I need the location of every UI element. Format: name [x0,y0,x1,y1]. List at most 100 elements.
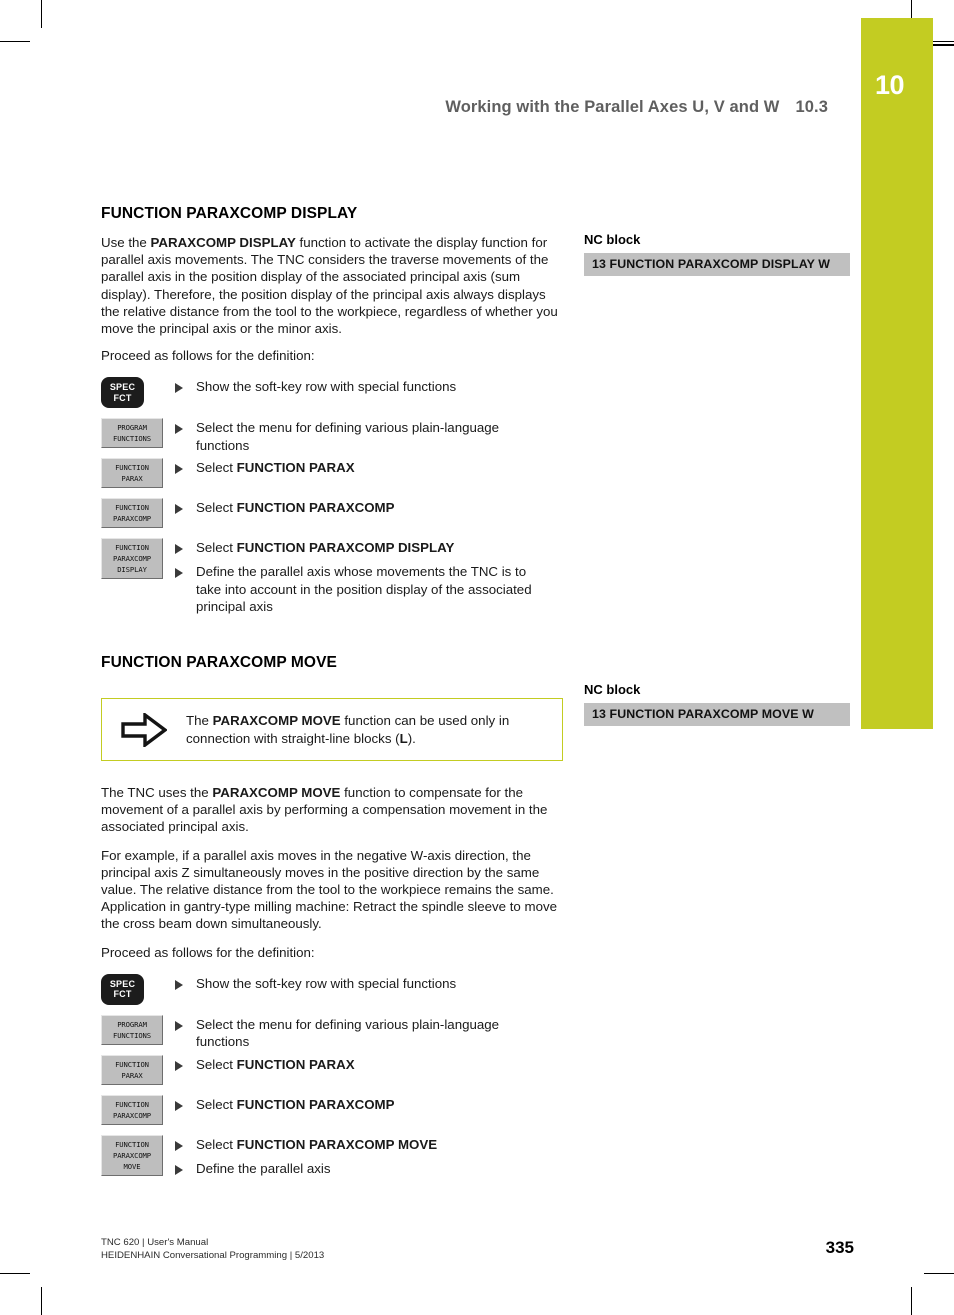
key-line: FUNCTION [115,1099,149,1109]
bullet-arrow-icon [175,1020,185,1031]
step-text: Show the soft-key row with special funct… [196,379,457,395]
move-proceed-text: Proceed as follows for the definition: [101,944,315,960]
key-cell: FUNCTION PARAX [101,1053,175,1085]
display-intro-paragraph: Use the PARAXCOMP DISPLAY function to ac… [101,234,563,337]
step-text-bold: FUNCTION PARAXCOMP MOVE [236,1136,438,1152]
step-text-bold: FUNCTION PARAX [236,460,355,476]
step-row: SPEC FCT Show the soft-key row with spec… [101,972,563,1013]
footer-line-1: TNC 620 | User's Manual [101,1237,209,1248]
page-title-display: FUNCTION PARAXCOMP DISPLAY [101,205,358,222]
step-row: FUNCTION PARAXCOMP DISPLAY Select FUNCTI… [101,536,563,580]
key-cell [101,1157,175,1159]
spec-fct-key[interactable]: SPEC FCT [101,973,144,1005]
key-cell: FUNCTION PARAXCOMP [101,1093,175,1125]
step-text-lead: Select [196,1096,237,1112]
key-line: PARAX [121,474,143,484]
bullet-arrow-icon [175,1164,185,1175]
softkey-function-paraxcomp[interactable]: FUNCTION PARAXCOMP [101,1094,163,1125]
step-row: PROGRAM FUNCTIONS Select the menu for de… [101,1013,563,1053]
step-text-lead: Select [196,540,237,556]
running-head-title: Working with the Parallel Axes U, V and … [445,98,780,116]
step-text: Select FUNCTION PARAXCOMP MOVE [196,1136,437,1153]
chapter-number: 10 [875,70,905,100]
text-cell: Define the parallel axis [175,1157,563,1177]
step-text: Select FUNCTION PARAX [196,1056,355,1073]
key-line: FUNCTIONS [112,434,152,444]
key-line: FUNCTION [115,1139,149,1149]
step-row: FUNCTION PARAXCOMP Select FUNCTION PARAX… [101,1093,563,1133]
move-p1-lead: The TNC uses the [101,785,213,800]
step-text-bold: FUNCTION PARAXCOMP DISPLAY [236,540,455,556]
text-cell: Select FUNCTION PARAXCOMP DISPLAY [175,536,563,556]
nc-block-label: NC block [584,682,641,697]
footer-imprint: TNC 620 | User's Manual HEIDENHAIN Conve… [101,1236,324,1262]
step-text: Select the menu for defining various pla… [196,1016,500,1050]
key-line: PARAX [121,1070,143,1080]
key-line: FUNCTION [115,503,149,513]
crop-mark-bottom-right-horizontal [924,1273,954,1275]
nc-block-code: 13 FUNCTION PARAXCOMP DISPLAY W [584,253,850,276]
header-rule [933,44,954,46]
text-cell: Select FUNCTION PARAXCOMP MOVE [175,1133,563,1153]
step-text: Select FUNCTION PARAXCOMP [196,1096,395,1113]
text-cell: Select FUNCTION PARAX [175,456,563,476]
step-text-lead: Select [196,460,237,476]
step-row: Define the parallel axis whose movements… [101,560,563,615]
key-cell [101,560,175,562]
display-intro-rest: function to activate the display functio… [101,235,558,337]
page-number: 335 [825,1238,854,1257]
crop-mark-top-left-horizontal [0,41,30,43]
step-text-lead: Select [196,1136,237,1152]
key-line: PROGRAM [117,423,147,433]
step-row: FUNCTION PARAX Select FUNCTION PARAX [101,456,563,496]
display-proceed-text: Proceed as follows for the definition: [101,348,315,364]
key-cell: FUNCTION PARAX [101,456,175,489]
footer-line-2: HEIDENHAIN Conversational Programming | … [101,1250,325,1261]
softkey-function-parax[interactable]: FUNCTION PARAX [101,458,163,489]
crop-mark-bottom-left-vertical [41,1287,43,1315]
move-p1-bold: PARAXCOMP MOVE [212,785,341,800]
note-bold: PARAXCOMP MOVE [212,713,341,729]
key-cell: PROGRAM FUNCTIONS [101,1013,175,1045]
key-line: PARAXCOMP [112,514,152,524]
bullet-arrow-icon [175,979,185,990]
key-cell: FUNCTION PARAXCOMP [101,496,175,529]
softkey-function-parax[interactable]: FUNCTION PARAX [101,1054,163,1085]
step-row: Define the parallel axis [101,1157,563,1177]
softkey-program-functions[interactable]: PROGRAM FUNCTIONS [101,418,163,449]
step-text: Select FUNCTION PARAX [196,459,355,476]
text-cell: Select the menu for defining various pla… [175,416,563,453]
display-intro-lead: Use the [101,235,151,250]
bullet-arrow-icon [175,1100,185,1111]
chapter-tab: 10 [861,18,933,729]
bullet-arrow-icon [175,544,185,555]
key-line: SPEC [109,978,136,989]
bullet-arrow-icon [175,1140,185,1151]
section-paraxcomp-display: FUNCTION PARAXCOMP DISPLAY Use the PARAX… [101,205,563,615]
softkey-program-functions[interactable]: PROGRAM FUNCTIONS [101,1014,163,1045]
softkey-function-paraxcomp[interactable]: FUNCTION PARAXCOMP [101,498,163,529]
spec-fct-key[interactable]: SPEC FCT [101,377,144,409]
text-cell: Show the soft-key row with special funct… [175,972,563,992]
crop-mark-bottom-left-horizontal [0,1273,30,1275]
step-text: Select FUNCTION PARAXCOMP DISPLAY [196,539,454,556]
move-paragraph-1: The TNC uses the PARAXCOMP MOVE function… [101,784,563,836]
bullet-arrow-icon [175,464,185,475]
text-cell: Select FUNCTION PARAX [175,1053,563,1073]
step-row: FUNCTION PARAXCOMP Select FUNCTION PARAX… [101,496,563,536]
text-cell: Select FUNCTION PARAXCOMP [175,496,563,516]
key-line: FCT [113,392,132,403]
step-text: Show the soft-key row with special funct… [196,975,457,991]
bullet-arrow-icon [175,504,185,515]
step-text-lead: Select [196,1056,237,1072]
note-bold2: L [399,730,408,746]
display-steps-list: SPEC FCT Show the soft-key row with spec… [101,375,563,615]
key-cell: PROGRAM FUNCTIONS [101,416,175,449]
page-title-move: FUNCTION PARAXCOMP MOVE [101,654,337,671]
move-steps-list: SPEC FCT Show the soft-key row with spec… [101,972,563,1177]
text-cell: Define the parallel axis whose movements… [175,560,563,615]
key-line: SPEC [109,382,136,393]
nc-block-display: NC block 13 FUNCTION PARAXCOMP DISPLAY W [584,232,850,276]
key-cell: SPEC FCT [101,972,175,1005]
running-head: Working with the Parallel Axes U, V and … [100,98,828,117]
